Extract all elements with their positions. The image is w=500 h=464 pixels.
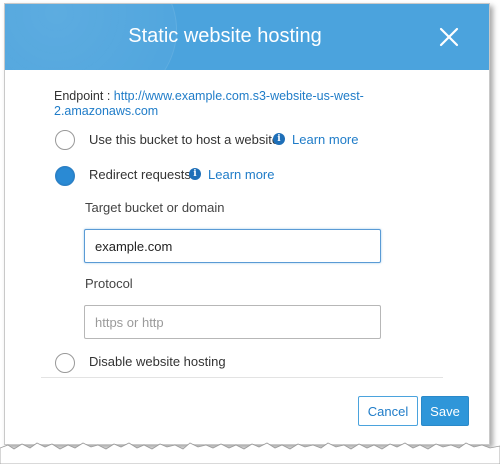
protocol-input[interactable] (84, 305, 381, 339)
screenshot-frame: Static website hosting Endpoint : http:/… (0, 0, 500, 464)
option-redirect-label: Redirect requests (89, 167, 191, 182)
target-bucket-input[interactable] (84, 229, 381, 263)
option-disable-label: Disable website hosting (89, 354, 226, 369)
torn-paper-edge (0, 442, 500, 464)
close-icon[interactable] (437, 25, 461, 49)
learn-more-link-redirect[interactable]: Learn more (208, 167, 274, 182)
info-icon[interactable]: i (189, 168, 201, 180)
radio-disable-hosting[interactable] (55, 353, 75, 373)
radio-host-website[interactable] (55, 130, 75, 150)
option-host-website-label: Use this bucket to host a website (89, 132, 280, 147)
info-icon[interactable]: i (273, 133, 285, 145)
radio-redirect-requests[interactable] (55, 166, 75, 186)
dialog-title: Static website hosting (128, 25, 322, 47)
target-bucket-label: Target bucket or domain (85, 200, 225, 215)
protocol-label: Protocol (85, 276, 133, 291)
endpoint-text: Endpoint : http://www.example.com.s3-web… (54, 89, 384, 118)
footer-divider (41, 377, 443, 378)
static-website-hosting-dialog: Static website hosting Endpoint : http:/… (4, 3, 490, 445)
learn-more-link-host[interactable]: Learn more (292, 132, 358, 147)
dialog-header: Static website hosting (5, 4, 489, 70)
endpoint-label: Endpoint : (54, 89, 114, 103)
save-button[interactable]: Save (421, 396, 469, 426)
cancel-button[interactable]: Cancel (358, 396, 418, 426)
